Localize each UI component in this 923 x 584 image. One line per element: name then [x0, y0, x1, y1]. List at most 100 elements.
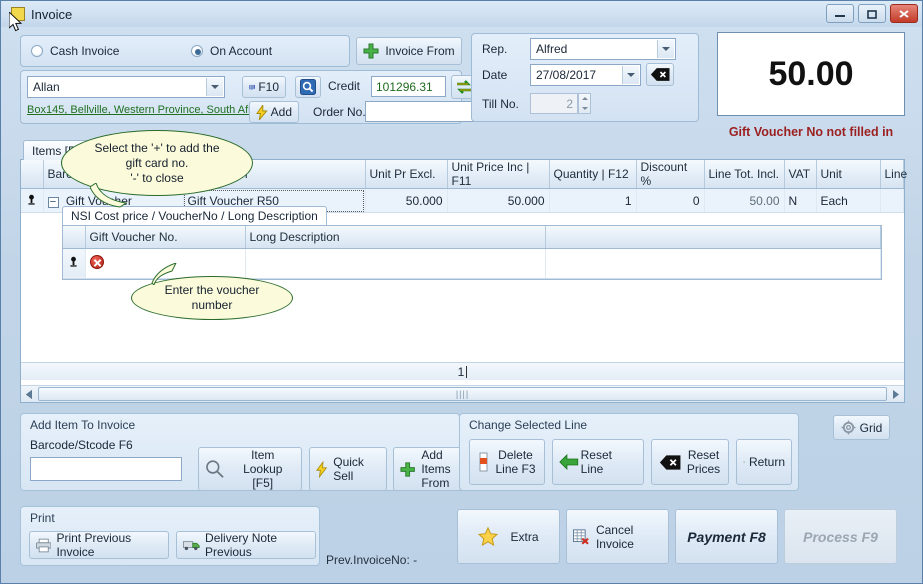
barcode-icon: 12345 — [249, 84, 255, 91]
scroll-right-arrow[interactable] — [888, 387, 904, 402]
order-no-input[interactable] — [365, 101, 477, 122]
col-unit-pr-excl[interactable]: Unit Pr Excl. — [365, 160, 448, 189]
invoice-from-button[interactable]: Invoice From — [356, 37, 462, 65]
col-unit[interactable]: Unit — [816, 160, 881, 189]
col-discount[interactable]: Discount % — [636, 160, 705, 189]
till-stepper[interactable] — [578, 93, 591, 114]
reset-prices-label1: Reset — [687, 448, 720, 462]
delivery-note-previous-button[interactable]: Delivery Note Previous — [176, 531, 316, 559]
chevron-down-icon[interactable] — [622, 66, 639, 84]
minimize-button[interactable] — [826, 4, 854, 23]
clear-date-button[interactable] — [646, 63, 674, 86]
date-value: 27/08/2017 — [536, 68, 597, 82]
cash-invoice-radio-dot — [31, 45, 43, 57]
row-current-indicator — [21, 188, 44, 213]
truck-icon — [183, 541, 200, 551]
extra-button[interactable]: Extra — [457, 509, 560, 564]
delivery-note-previous-label: Delivery Note Previous — [205, 531, 278, 559]
reset-line-button[interactable]: Reset Line — [552, 439, 644, 485]
grid-footer-value: 1 — [457, 364, 465, 379]
scroll-left-arrow[interactable] — [21, 387, 37, 402]
callout2-line1: Enter the voucher — [164, 283, 260, 297]
window-title: Invoice — [31, 6, 73, 22]
customer-combo[interactable]: Allan — [27, 76, 225, 98]
extra-label: Extra — [510, 529, 539, 544]
barcode-input[interactable] — [30, 457, 182, 481]
grid-button-label: Grid — [859, 420, 883, 435]
reset-prices-button[interactable]: Reset Prices — [651, 439, 729, 485]
grid-settings-button[interactable]: Grid — [833, 415, 890, 440]
credit-value: 101296.31 — [376, 79, 433, 94]
col-quantity[interactable]: Quantity | F12 — [549, 160, 637, 189]
row-expander-toggle[interactable]: − — [47, 196, 59, 208]
change-line-panel: Change Selected Line Delete Line F3 Rese… — [459, 413, 799, 491]
col-unit-price-inc[interactable]: Unit Price Inc | F11 — [447, 160, 550, 189]
cell-long-description[interactable] — [245, 248, 546, 279]
print-panel-title: Print — [30, 511, 55, 525]
return-button[interactable]: Return — [736, 439, 792, 485]
tab-nsi-detail-label: NSI Cost price / VoucherNo / Long Descri… — [71, 209, 318, 223]
item-lookup-shortcut: [F5] — [252, 476, 274, 490]
close-button[interactable] — [890, 4, 918, 23]
cell-detail-spacer — [545, 248, 881, 279]
undo-arrow-icon — [559, 454, 579, 470]
col-line-total[interactable]: Line Tot. Incl. — [704, 160, 785, 189]
search-icon — [206, 460, 224, 478]
col-line[interactable]: Line — [880, 160, 907, 189]
delete-line-label1: Delete — [498, 448, 533, 462]
payment-button[interactable]: Payment F8 — [675, 509, 778, 564]
print-previous-invoice-label: Print Previous Invoice — [56, 531, 132, 559]
add-customer-button[interactable]: Add — [249, 101, 299, 123]
plus-icon — [363, 43, 379, 59]
plus-icon — [400, 461, 415, 477]
invoice-total-display: 50.00 — [717, 32, 905, 116]
credit-label: Credit — [328, 79, 361, 93]
cash-invoice-label: Cash Invoice — [50, 44, 120, 58]
col-gift-voucher-no[interactable]: Gift Voucher No. — [85, 226, 246, 249]
grid-horizontal-scrollbar[interactable]: |||| — [21, 385, 904, 402]
callout1-line1: Select the '+' to add the — [94, 140, 220, 155]
callout2-line2: number — [191, 298, 233, 312]
customer-value: Allan — [33, 80, 60, 94]
date-combo[interactable]: 27/08/2017 — [530, 64, 641, 86]
radio-cash-invoice[interactable]: Cash Invoice — [31, 44, 191, 58]
scroll-thumb[interactable]: |||| — [38, 387, 887, 401]
process-label: Process F9 — [803, 528, 878, 545]
delete-line-label2: Line F3 — [495, 462, 536, 476]
callout1-line2: gift card no. — [125, 155, 189, 170]
cell-line — [880, 188, 904, 213]
item-lookup-button[interactable]: Item Lookup [F5] — [198, 447, 302, 491]
radio-on-account[interactable]: On Account — [191, 44, 272, 58]
item-lookup-label: Item Lookup — [243, 448, 283, 476]
delete-line-button[interactable]: Delete Line F3 — [469, 439, 545, 485]
col-long-description[interactable]: Long Description — [245, 226, 546, 249]
cancel-invoice-button[interactable]: Cancel Invoice — [566, 509, 669, 564]
chevron-down-icon[interactable] — [206, 78, 223, 96]
quick-sell-button[interactable]: Quick Sell — [309, 447, 387, 491]
rep-combo[interactable]: Alfred — [530, 38, 676, 60]
cancel-invoice-label: Cancel Invoice — [595, 522, 634, 551]
svg-text:12345: 12345 — [249, 89, 253, 91]
maximize-button[interactable] — [858, 4, 886, 23]
chevron-down-icon[interactable] — [657, 40, 674, 58]
customer-address-link[interactable]: Box145, Bellville, Western Province, Sou… — [27, 104, 254, 116]
invoice-type-panel: Cash Invoice On Account — [20, 35, 350, 67]
print-previous-invoice-button[interactable]: Print Previous Invoice — [29, 531, 169, 559]
reset-prices-label2: Prices — [686, 462, 721, 476]
col-vat[interactable]: VAT — [784, 160, 817, 189]
printer-icon — [36, 538, 52, 552]
lightning-icon — [316, 460, 328, 478]
callout1-tail — [90, 183, 128, 208]
print-panel: Print Print Previous Invoice Delivery No… — [20, 506, 320, 566]
payment-label: Payment F8 — [687, 528, 766, 545]
error-icon — [89, 254, 104, 269]
window-controls — [826, 4, 918, 23]
credit-value-field: 101296.31 — [371, 76, 446, 97]
f10-barcode-button[interactable]: 12345 F10 — [242, 76, 286, 98]
process-button: Process F9 — [784, 509, 897, 564]
barcode-label: Barcode/Stcode F6 — [30, 438, 133, 452]
title-bar: Invoice — [1, 1, 922, 27]
detail-header-row: Gift Voucher No. Long Description — [63, 226, 881, 249]
customer-search-button[interactable] — [295, 76, 321, 98]
on-account-label: On Account — [210, 44, 273, 58]
